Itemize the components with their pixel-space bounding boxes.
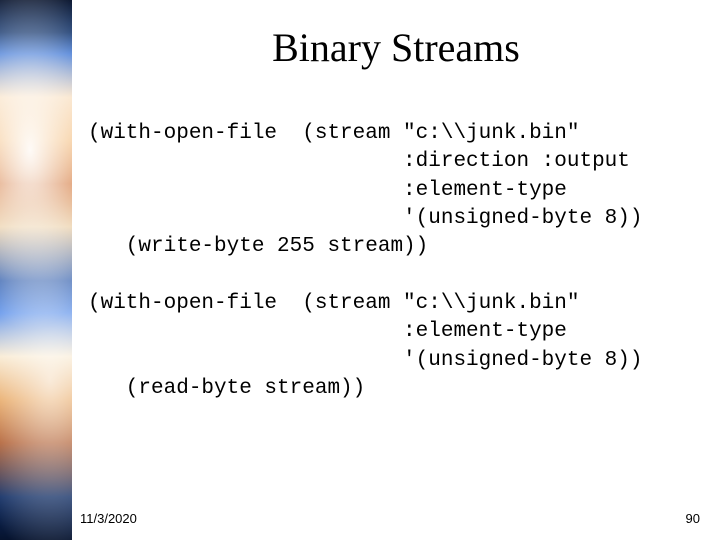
slide-body: (with-open-file (stream "c:\\junk.bin" :… <box>88 120 696 403</box>
decorative-sidebar <box>0 0 72 540</box>
footer-date: 11/3/2020 <box>80 511 137 526</box>
slide-title: Binary Streams <box>72 24 720 71</box>
footer-page-number: 90 <box>686 511 700 526</box>
code-block-2: (with-open-file (stream "c:\\junk.bin" :… <box>88 292 643 400</box>
code-block-1: (with-open-file (stream "c:\\junk.bin" :… <box>88 122 643 258</box>
slide: Binary Streams (with-open-file (stream "… <box>0 0 720 540</box>
